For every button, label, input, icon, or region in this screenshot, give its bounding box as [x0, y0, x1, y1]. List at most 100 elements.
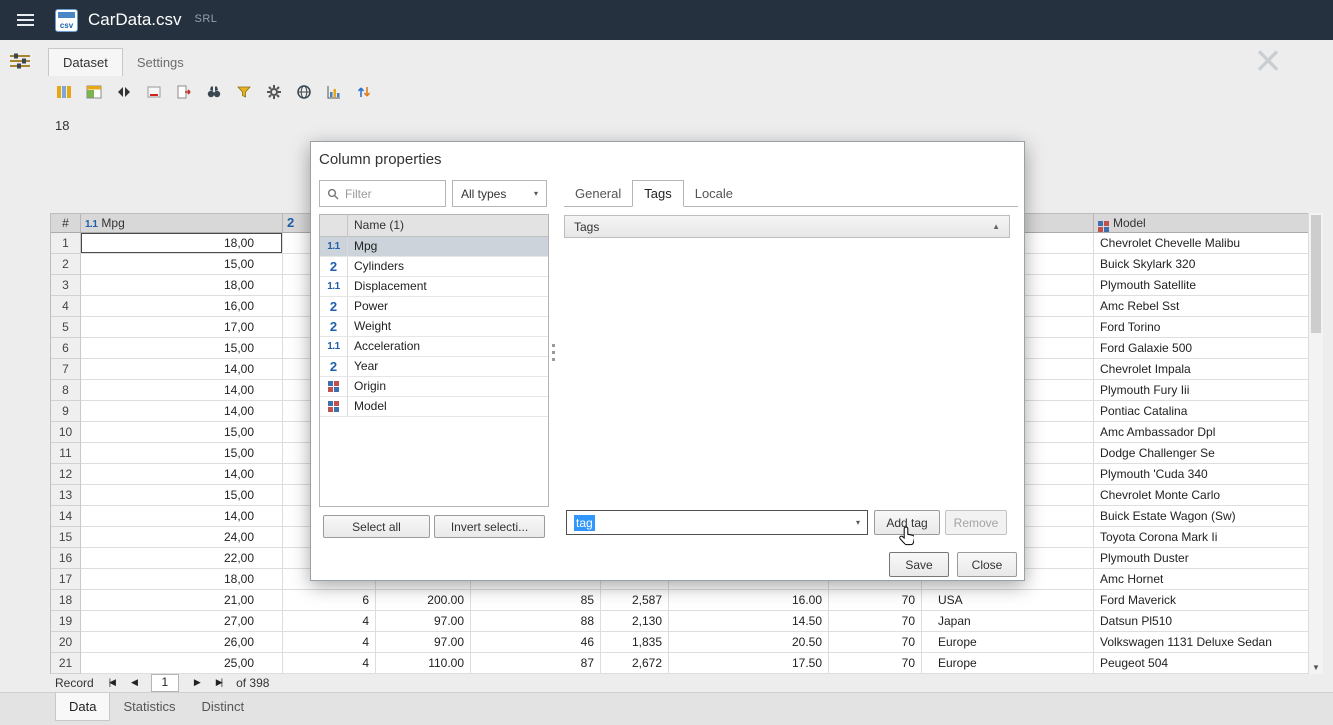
table-cell[interactable]: Buick Estate Wagon (Sw)	[1094, 506, 1309, 527]
fit-columns-icon[interactable]	[115, 83, 133, 101]
table-cell[interactable]: 110.00	[376, 653, 471, 674]
row-number[interactable]: 3	[51, 275, 81, 296]
table-cell[interactable]: 20.50	[669, 632, 829, 653]
dialog-tab-locale[interactable]: Locale	[684, 181, 744, 206]
row-number[interactable]: 2	[51, 254, 81, 275]
column-list-item-year[interactable]: 2Year	[320, 357, 548, 377]
table-cell[interactable]: Ford Maverick	[1094, 590, 1309, 611]
column-list-item-model[interactable]: Model	[320, 397, 548, 417]
invert-selection-button[interactable]: Invert selecti...	[434, 515, 545, 538]
row-number[interactable]: 12	[51, 464, 81, 485]
next-record-button[interactable]: ▶	[192, 676, 201, 689]
table-cell[interactable]: 85	[471, 590, 601, 611]
table-cell[interactable]: 14,00	[81, 464, 283, 485]
table-cell[interactable]: 2,672	[601, 653, 669, 674]
table-cell[interactable]: 24,00	[81, 527, 283, 548]
row-number[interactable]: 4	[51, 296, 81, 317]
table-cell[interactable]: 21,00	[81, 590, 283, 611]
column-header-mpg[interactable]: 1.1Mpg	[81, 214, 283, 233]
column-list-item-mpg[interactable]: 1.1Mpg	[320, 237, 548, 257]
column-list-item-displacement[interactable]: 1.1Displacement	[320, 277, 548, 297]
tune-icon[interactable]	[10, 52, 30, 70]
row-number[interactable]: 16	[51, 548, 81, 569]
table-cell[interactable]: USA	[922, 590, 1094, 611]
table-cell[interactable]: 17.50	[669, 653, 829, 674]
settings-gear-icon[interactable]	[265, 83, 283, 101]
table-cell[interactable]: 15,00	[81, 254, 283, 275]
tab-dataset[interactable]: Dataset	[48, 48, 123, 76]
table-cell[interactable]: Amc Hornet	[1094, 569, 1309, 590]
table-cell[interactable]: Chevrolet Chevelle Malibu	[1094, 233, 1309, 254]
filter-input[interactable]: Filter	[319, 180, 446, 207]
column-list-item-origin[interactable]: Origin	[320, 377, 548, 397]
table-cell[interactable]: 2,587	[601, 590, 669, 611]
table-cell[interactable]: 70	[829, 590, 922, 611]
row-number[interactable]: 8	[51, 380, 81, 401]
row-number[interactable]: 21	[51, 653, 81, 674]
row-number[interactable]: 7	[51, 359, 81, 380]
scrollbar-thumb[interactable]	[1311, 215, 1321, 333]
filter-icon[interactable]	[235, 83, 253, 101]
column-header-num[interactable]: #	[51, 214, 81, 233]
close-button[interactable]: Close	[957, 552, 1017, 577]
export-icon[interactable]	[175, 83, 193, 101]
table-cell[interactable]: 14.50	[669, 611, 829, 632]
table-cell[interactable]: 14,00	[81, 506, 283, 527]
table-cell[interactable]: Volkswagen 1131 Deluxe Sedan	[1094, 632, 1309, 653]
table-cell[interactable]: Toyota Corona Mark Ii	[1094, 527, 1309, 548]
table-cell[interactable]: 27,00	[81, 611, 283, 632]
table-cell[interactable]: 70	[829, 611, 922, 632]
table-cell[interactable]: 16.00	[669, 590, 829, 611]
column-list-item-cylinders[interactable]: 2Cylinders	[320, 257, 548, 277]
row-number[interactable]: 9	[51, 401, 81, 422]
table-cell[interactable]: 14,00	[81, 359, 283, 380]
table-cell[interactable]: 18,00	[81, 569, 283, 590]
table-cell[interactable]: 15,00	[81, 338, 283, 359]
table-cell[interactable]: Plymouth Satellite	[1094, 275, 1309, 296]
table-cell[interactable]: Peugeot 504	[1094, 653, 1309, 674]
row-number[interactable]: 11	[51, 443, 81, 464]
table-cell[interactable]: Ford Torino	[1094, 317, 1309, 338]
dialog-tab-general[interactable]: General	[564, 181, 632, 206]
vertical-scrollbar[interactable]: ▼	[1308, 213, 1323, 674]
row-number[interactable]: 5	[51, 317, 81, 338]
row-number[interactable]: 10	[51, 422, 81, 443]
table-cell[interactable]: 16,00	[81, 296, 283, 317]
tag-input[interactable]: tag ▾	[566, 510, 868, 535]
table-cell[interactable]: 46	[471, 632, 601, 653]
close-icon[interactable]: ×	[1248, 40, 1288, 82]
first-record-button[interactable]: |◀	[107, 676, 116, 689]
table-cell[interactable]: 22,00	[81, 548, 283, 569]
table-cell[interactable]: 87	[471, 653, 601, 674]
row-number[interactable]: 14	[51, 506, 81, 527]
scroll-down-icon[interactable]: ▼	[1309, 663, 1323, 672]
add-tag-button[interactable]: Add tag	[874, 510, 940, 535]
save-button[interactable]: Save	[889, 552, 949, 577]
table-cell[interactable]: 97.00	[376, 632, 471, 653]
column-list-item-acceleration[interactable]: 1.1Acceleration	[320, 337, 548, 357]
table-cell[interactable]: 26,00	[81, 632, 283, 653]
table-cell[interactable]: Japan	[922, 611, 1094, 632]
cell-format-icon[interactable]	[145, 83, 163, 101]
table-cell[interactable]: 14,00	[81, 380, 283, 401]
menu-icon[interactable]	[12, 9, 39, 31]
table-cell[interactable]: Buick Skylark 320	[1094, 254, 1309, 275]
table-cell[interactable]: Chevrolet Impala	[1094, 359, 1309, 380]
type-filter-select[interactable]: All types ▾	[452, 180, 547, 207]
row-number[interactable]: 19	[51, 611, 81, 632]
table-cell[interactable]: 17,00	[81, 317, 283, 338]
table-cell[interactable]: Plymouth Duster	[1094, 548, 1309, 569]
table-cell[interactable]: 15,00	[81, 422, 283, 443]
table-cell[interactable]: Plymouth Fury Iii	[1094, 380, 1309, 401]
table-cell[interactable]: Europe	[922, 632, 1094, 653]
last-record-button[interactable]: ▶|	[214, 676, 223, 689]
chart-icon[interactable]	[325, 83, 343, 101]
table-cell[interactable]: 88	[471, 611, 601, 632]
table-cell[interactable]: Plymouth 'Cuda 340	[1094, 464, 1309, 485]
column-list-item-power[interactable]: 2Power	[320, 297, 548, 317]
bottom-tab-distinct[interactable]: Distinct	[188, 693, 257, 721]
bottom-tab-data[interactable]: Data	[55, 693, 110, 721]
table-cell[interactable]: 15,00	[81, 485, 283, 506]
table-cell[interactable]: Amc Rebel Sst	[1094, 296, 1309, 317]
remove-tag-button[interactable]: Remove	[945, 510, 1007, 535]
